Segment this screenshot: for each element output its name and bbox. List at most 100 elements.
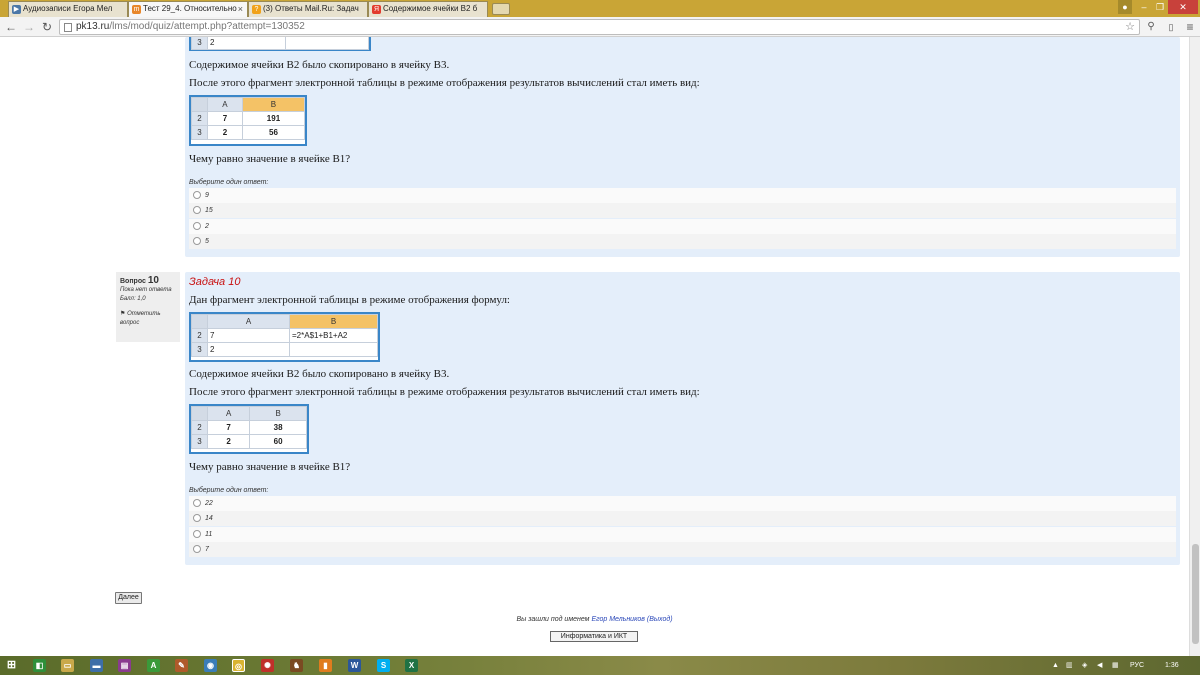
browser-tab-strip: ▶ Аудиозаписи Егора Мел m Тест 29_4. Отн… [0,0,1200,17]
radio-button[interactable] [193,545,201,553]
app-icon[interactable]: ✺ [261,659,274,672]
radio-button[interactable] [193,191,201,199]
scrollbar-thumb[interactable] [1192,544,1199,644]
column-header-b: B [289,314,378,329]
game-icon[interactable]: ♞ [290,659,303,672]
new-tab-button[interactable] [492,3,510,15]
cell-b3 [289,342,378,357]
excel-app-icon[interactable]: ◧ [33,659,46,672]
user-name-link[interactable]: Егор Мельников [591,616,645,623]
tab-title: (3) Ответы Mail.Ru: Задач [263,4,359,13]
flag-question-link[interactable]: ⚑ Отметить вопрос [120,310,176,328]
radio-button[interactable] [193,222,201,230]
tray-network-icon[interactable]: ▥ [1066,659,1073,672]
clock[interactable]: 1:36 [1165,659,1179,672]
row-number: 3 [191,37,208,50]
excel-icon[interactable]: X [405,659,418,672]
q10-answer-prompt: Выберите один ответ: [189,487,269,494]
flag-icon: ⚑ [120,311,126,317]
bookmark-star-icon[interactable]: ☆ [1125,20,1135,34]
app-icon[interactable]: ▬ [90,659,103,672]
back-arrow-icon[interactable]: ← [3,19,19,35]
option-label: 22 [205,500,213,507]
row-number: 3 [191,434,208,449]
cell-b3: 56 [241,125,306,140]
chrome-icon[interactable]: ◎ [232,659,245,672]
q9-answer-option[interactable]: 9 [189,188,1176,203]
forward-arrow-icon[interactable]: → [21,19,37,35]
column-header-a: A [206,406,251,421]
maximize-button[interactable]: ❐ [1152,0,1168,14]
q9-copy-text: Содержимое ячейки B2 было скопировано в … [189,59,450,71]
app-a-icon[interactable]: A [147,659,160,672]
user-profile-icon[interactable]: ● [1118,0,1132,14]
q10-after-text: После этого фрагмент электронной таблицы… [189,386,700,398]
menu-icon[interactable]: ≡ [1182,19,1198,35]
q9-answer-option[interactable]: 15 [189,203,1176,218]
question-title: Задача 10 [189,276,241,288]
tray-arrow-icon[interactable]: ▲ [1052,659,1059,672]
q9-answer-option[interactable]: 2 [189,219,1176,234]
extension-pin-icon[interactable]: ⚲ [1143,19,1159,35]
minimize-button[interactable]: – [1136,0,1152,14]
word-icon[interactable]: W [348,659,361,672]
q10-result-table: A B 2 7 38 3 2 60 [189,404,309,454]
q9-answer-option[interactable]: 5 [189,234,1176,249]
skype-icon[interactable]: S [377,659,390,672]
tray-volume-icon[interactable]: ◀ [1097,659,1102,672]
login-prefix: Вы зашли под именем [516,616,590,623]
tray-app-icon[interactable]: ◈ [1082,659,1087,672]
radio-button[interactable] [193,530,201,538]
radio-button[interactable] [193,514,201,522]
option-label: 9 [205,192,209,199]
cell-b2: 191 [241,111,306,126]
tab-mailru-answers[interactable]: ? (3) Ответы Mail.Ru: Задач [248,1,368,17]
q10-answer-option[interactable]: 14 [189,511,1176,526]
language-indicator[interactable]: РУС [1130,659,1144,672]
radio-button[interactable] [193,499,201,507]
app-icon[interactable]: ◉ [204,659,217,672]
column-header-a: A [207,97,243,112]
page-scrollbar[interactable] [1189,37,1200,656]
option-label: 11 [205,531,213,538]
tab-quiz[interactable]: m Тест 29_4. Относительно × [128,1,248,17]
cell-a2: 7 [207,328,290,343]
cell-b3 [285,37,369,50]
winrar-icon[interactable]: ▤ [118,659,131,672]
q10-answer-option[interactable]: 7 [189,542,1176,557]
file-explorer-icon[interactable]: ▭ [61,659,74,672]
q10-answer-option[interactable]: 22 [189,496,1176,511]
row-number: 2 [191,420,208,435]
row-number: 3 [191,342,208,357]
question-number: Вопрос 10 [120,275,159,286]
sheet-corner [191,406,208,421]
q10-answer-option[interactable]: 11 [189,527,1176,542]
app-icon[interactable]: ✎ [175,659,188,672]
windows-start-icon[interactable]: ⊞ [5,659,18,672]
logout-link[interactable]: (Выход) [647,616,673,623]
course-button[interactable]: Информатика и ИКТ [550,631,638,642]
app-icon[interactable]: ▮ [319,659,332,672]
url-path: /lms/mod/quiz/attempt.php?attempt=130352 [109,21,305,32]
tab-vk-audio[interactable]: ▶ Аудиозаписи Егора Мел [8,1,128,17]
radio-button[interactable] [193,237,201,245]
row-number: 2 [191,111,208,126]
reload-icon[interactable]: ↻ [39,19,55,35]
option-label: 15 [205,207,213,214]
close-window-button[interactable]: ✕ [1168,0,1198,14]
close-icon[interactable]: × [238,2,243,16]
column-header-b: B [249,406,307,421]
radio-button[interactable] [193,206,201,214]
address-bar[interactable]: pk13.ru/lms/mod/quiz/attempt.php?attempt… [59,19,1140,35]
next-button[interactable]: Далее [115,592,142,604]
question-10-box: Задача 10 Дан фрагмент электронной табли… [185,272,1180,565]
row-number: 3 [191,125,208,140]
q10-intro-text: Дан фрагмент электронной таблицы в режим… [189,294,510,306]
tab-title: Содержимое ячейки B2 б [383,4,478,13]
extension-icon[interactable]: ▯ [1163,19,1179,35]
page-content: 3 2 Содержимое ячейки B2 было скопирован… [0,37,1200,656]
question-10-info: Вопрос 10 Пока нет ответа Балл: 1,0 ⚑ От… [116,272,180,342]
tab-yandex[interactable]: Я Содержимое ячейки B2 б [368,1,488,17]
tray-signal-icon[interactable]: ▦ [1112,659,1119,672]
cell-a3: 2 [207,342,290,357]
